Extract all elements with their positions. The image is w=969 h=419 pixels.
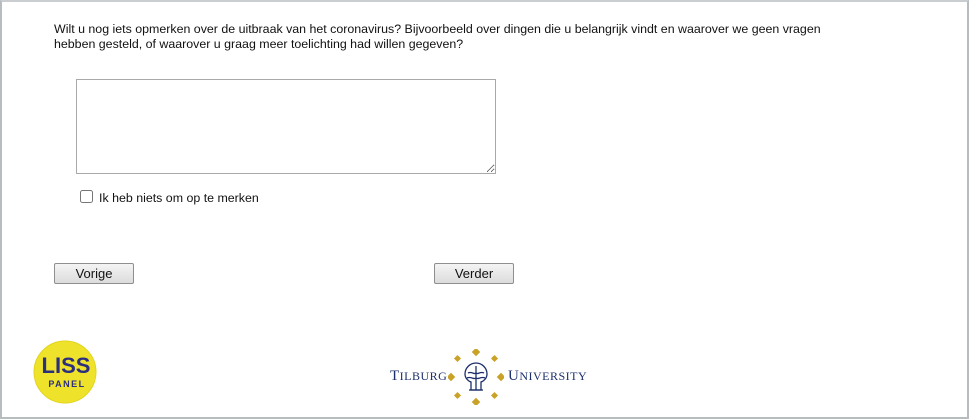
next-button[interactable]: Verder	[434, 263, 514, 284]
previous-button[interactable]: Vorige	[54, 263, 134, 284]
question-text: Wilt u nog iets opmerken over de uitbraa…	[54, 22, 821, 51]
nothing-to-remark-label[interactable]: Ik heb niets om op te merken	[99, 191, 259, 205]
liss-panel-logo: LISS PANEL	[33, 340, 97, 404]
answer-textarea[interactable]	[76, 79, 496, 174]
tilburg-seal-icon	[448, 349, 504, 405]
liss-logo-title: LISS	[42, 353, 91, 378]
university-wordmark: UNIVERSITY	[508, 368, 588, 384]
liss-logo-subtitle: PANEL	[48, 379, 85, 389]
nothing-to-remark-checkbox[interactable]	[80, 189, 93, 203]
nothing-to-remark-row[interactable]: Ik heb niets om op te merken	[80, 189, 259, 205]
tilburg-university-logo: TILBURG UNIVERSITY	[388, 349, 588, 405]
liss-logo-graphic: LISS PANEL	[33, 340, 97, 404]
tilburg-wordmark: TILBURG	[390, 368, 448, 384]
